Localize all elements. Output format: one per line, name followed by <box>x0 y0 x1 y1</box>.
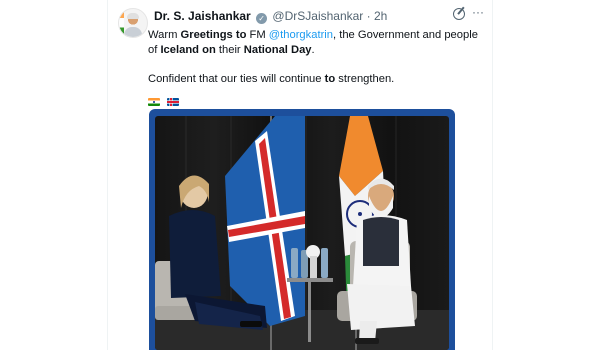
tweet-text: Warm Greetings to FM @thorgkatrin, the G… <box>148 28 488 87</box>
author-handle[interactable]: @DrSJaishankar <box>272 9 363 23</box>
bold-text: National Day <box>243 44 312 56</box>
tweet-photo[interactable] <box>149 109 455 350</box>
text-run: Warm <box>148 29 181 41</box>
text-run: strengthen. <box>335 73 395 85</box>
grok-icon[interactable] <box>453 8 465 20</box>
avatar-hair <box>127 13 139 19</box>
tweet-header: Dr. S. Jaishankar ✓ @DrSJaishankar · 2h <box>154 9 484 25</box>
bold-text: Greetings to <box>180 29 247 41</box>
separator-dot: · <box>366 9 371 23</box>
iceland-flag-icon <box>167 97 180 106</box>
text-run: their <box>215 44 244 56</box>
timestamp[interactable]: 2h <box>374 9 387 23</box>
more-options-icon[interactable]: ··· <box>472 5 484 19</box>
timeline-left-border <box>107 0 108 350</box>
mention-link[interactable]: @thorgkatrin <box>269 29 333 41</box>
avatar-body <box>124 27 142 37</box>
tweet-paragraph-1: Warm Greetings to FM @thorgkatrin, the G… <box>148 28 488 58</box>
tweet-paragraph-2: Confident that our ties will continue to… <box>148 72 488 87</box>
timeline-right-border <box>492 0 493 350</box>
avatar[interactable] <box>118 8 148 38</box>
meeting-scene <box>155 116 417 350</box>
photo-of-bilateral-meeting <box>155 116 449 350</box>
text-run: . <box>311 44 315 56</box>
text-run: Confident that our ties will continue <box>148 73 325 85</box>
bold-text: to <box>324 73 336 85</box>
text-run: FM <box>246 29 269 41</box>
verified-badge-icon: ✓ <box>256 13 268 24</box>
author-name[interactable]: Dr. S. Jaishankar <box>154 9 251 23</box>
bold-text: Iceland on <box>160 44 216 56</box>
india-flag-icon <box>148 97 160 106</box>
flag-emojis <box>148 94 183 108</box>
